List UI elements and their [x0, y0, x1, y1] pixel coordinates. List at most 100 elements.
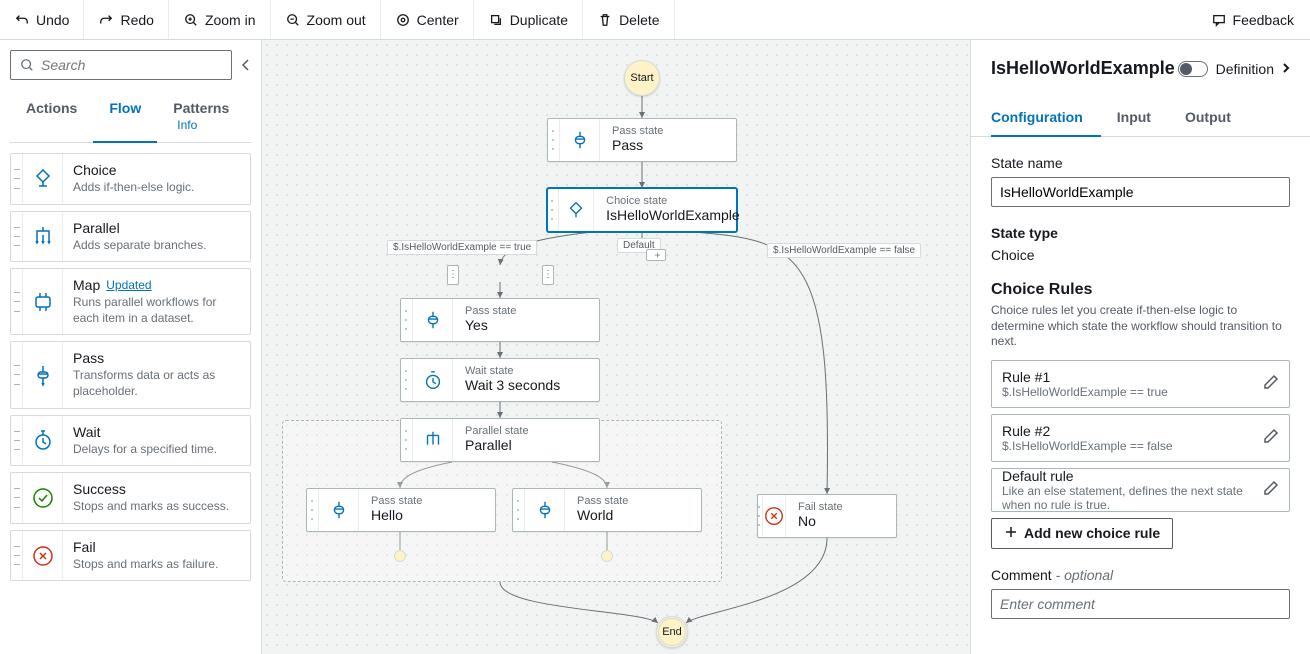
search-icon: [19, 57, 35, 73]
node-yes[interactable]: Pass state Yes: [400, 298, 600, 342]
flow-item-desc: Runs parallel workflows for each item in…: [73, 295, 240, 326]
edge-label-true: $.IsHelloWorldExample == true: [387, 240, 537, 255]
duplicate-button[interactable]: Duplicate: [474, 0, 583, 39]
flow-item-desc: Adds separate branches.: [73, 238, 240, 254]
tab-patterns[interactable]: Patterns Info: [157, 90, 251, 142]
success-icon: [23, 473, 63, 523]
node-type: Pass state: [577, 495, 673, 507]
node-type: Parallel state: [465, 425, 561, 437]
grip-icon: [401, 419, 413, 461]
edit-icon[interactable]: [1263, 428, 1279, 447]
rule-condition: $.IsHelloWorldExample == false: [1002, 439, 1173, 453]
flow-item-success[interactable]: Success Stops and marks as success.: [10, 472, 251, 524]
zoom-out-button[interactable]: Zoom out: [271, 0, 381, 39]
tab-flow[interactable]: Flow: [93, 90, 157, 143]
node-name: Wait 3 seconds: [465, 377, 561, 393]
flow-item-choice[interactable]: Choice Adds if-then-else logic.: [10, 153, 251, 205]
state-type-label: State type: [991, 225, 1290, 241]
node-type: Choice state: [606, 195, 724, 207]
flow-item-title: Pass: [73, 350, 240, 366]
flow-item-desc: Stops and marks as failure.: [73, 557, 240, 573]
inspector-panel: IsHelloWorldExample Definition Configura…: [970, 40, 1310, 654]
tab-input[interactable]: Input: [1117, 99, 1169, 136]
center-icon: [395, 12, 411, 28]
grip-icon: [11, 154, 23, 204]
choice-icon: [559, 189, 594, 231]
add-choice-rule-button[interactable]: Add new choice rule: [991, 518, 1173, 549]
branch-end: [394, 550, 406, 562]
branch-handle[interactable]: ⋮: [542, 265, 554, 285]
undo-label: Undo: [36, 12, 69, 28]
comment-input[interactable]: [991, 589, 1290, 619]
start-node[interactable]: Start: [624, 60, 660, 96]
edit-icon[interactable]: [1263, 374, 1279, 393]
node-choice[interactable]: Choice state IsHelloWorldExample: [547, 188, 737, 232]
comment-label: Comment - optional: [991, 567, 1290, 583]
node-name: Yes: [465, 317, 561, 333]
center-button[interactable]: Center: [381, 0, 474, 39]
sidebar-tabs: Actions Flow Patterns Info: [10, 90, 251, 143]
end-node[interactable]: End: [656, 616, 688, 648]
redo-button[interactable]: Redo: [84, 0, 168, 39]
feedback-button[interactable]: Feedback: [1195, 12, 1310, 28]
zoom-in-button[interactable]: Zoom in: [169, 0, 271, 39]
rule-condition: Like an else statement, defines the next…: [1002, 484, 1263, 512]
rule-default[interactable]: Default rule Like an else statement, def…: [991, 468, 1290, 512]
node-type: Fail state: [798, 501, 894, 513]
tab-actions[interactable]: Actions: [10, 90, 93, 142]
node-parallel[interactable]: Parallel state Parallel: [400, 418, 600, 462]
rule-name: Default rule: [1002, 468, 1263, 484]
search-input-wrap[interactable]: [10, 50, 232, 80]
node-hello[interactable]: Pass state Hello: [306, 488, 496, 532]
flow-item-pass[interactable]: Pass Transforms data or acts as placehol…: [10, 341, 251, 408]
edit-icon[interactable]: [1263, 480, 1279, 499]
flow-item-wait[interactable]: Wait Delays for a specified time.: [10, 415, 251, 467]
chevron-right-icon: [1282, 61, 1290, 77]
toolbar: Undo Redo Zoom in Zoom out Center Duplic…: [0, 0, 1310, 40]
tab-output[interactable]: Output: [1185, 99, 1249, 136]
flow-item-parallel[interactable]: Parallel Adds separate branches.: [10, 211, 251, 263]
zoom-out-icon: [285, 12, 301, 28]
state-name-input[interactable]: [991, 177, 1290, 207]
grip-icon: [401, 299, 413, 341]
flow-item-title: Fail: [73, 539, 240, 555]
node-type: Pass state: [612, 125, 708, 137]
flow-item-desc: Stops and marks as success.: [73, 499, 240, 515]
grip-icon: [548, 119, 560, 161]
rule-2[interactable]: Rule #2 $.IsHelloWorldExample == false: [991, 414, 1290, 462]
undo-icon: [14, 12, 30, 28]
feedback-label: Feedback: [1233, 12, 1294, 28]
collapse-sidebar-button[interactable]: [240, 57, 251, 73]
plus-icon: [1004, 525, 1018, 542]
node-wait[interactable]: Wait state Wait 3 seconds: [400, 358, 600, 402]
grip-icon: [11, 416, 23, 466]
rule-name: Rule #2: [1002, 423, 1173, 439]
flow-item-fail[interactable]: Fail Stops and marks as failure.: [10, 530, 251, 582]
rule-1[interactable]: Rule #1 $.IsHelloWorldExample == true: [991, 360, 1290, 408]
flow-item-title: Choice: [73, 162, 240, 178]
flow-item-desc: Delays for a specified time.: [73, 442, 240, 458]
choice-rules-heading: Choice Rules: [991, 281, 1290, 299]
node-world[interactable]: Pass state World: [512, 488, 702, 532]
branch-handle[interactable]: ⋮: [447, 265, 459, 285]
tab-configuration[interactable]: Configuration: [991, 99, 1101, 137]
parallel-icon: [23, 212, 63, 262]
node-no[interactable]: Fail state No: [757, 494, 897, 538]
node-type: Pass state: [371, 495, 467, 507]
toggle-switch[interactable]: [1178, 61, 1208, 77]
flow-item-title: Parallel: [73, 220, 240, 236]
map-icon: [23, 269, 63, 334]
flow-item-map[interactable]: Map Updated Runs parallel workflows for …: [10, 268, 251, 335]
delete-button[interactable]: Delete: [583, 0, 674, 39]
canvas[interactable]: Start Pass state Pass Choice state IsHel…: [262, 40, 970, 654]
info-link[interactable]: Info: [177, 118, 197, 132]
node-type: Wait state: [465, 365, 561, 377]
undo-button[interactable]: Undo: [0, 0, 84, 39]
definition-toggle[interactable]: Definition: [1178, 61, 1290, 77]
delete-label: Delete: [619, 12, 659, 28]
add-branch-handle[interactable]: +: [646, 249, 666, 261]
node-pass[interactable]: Pass state Pass: [547, 118, 737, 162]
state-type-value: Choice: [991, 247, 1290, 263]
updated-badge: Updated: [106, 278, 151, 292]
search-input[interactable]: [41, 57, 223, 73]
